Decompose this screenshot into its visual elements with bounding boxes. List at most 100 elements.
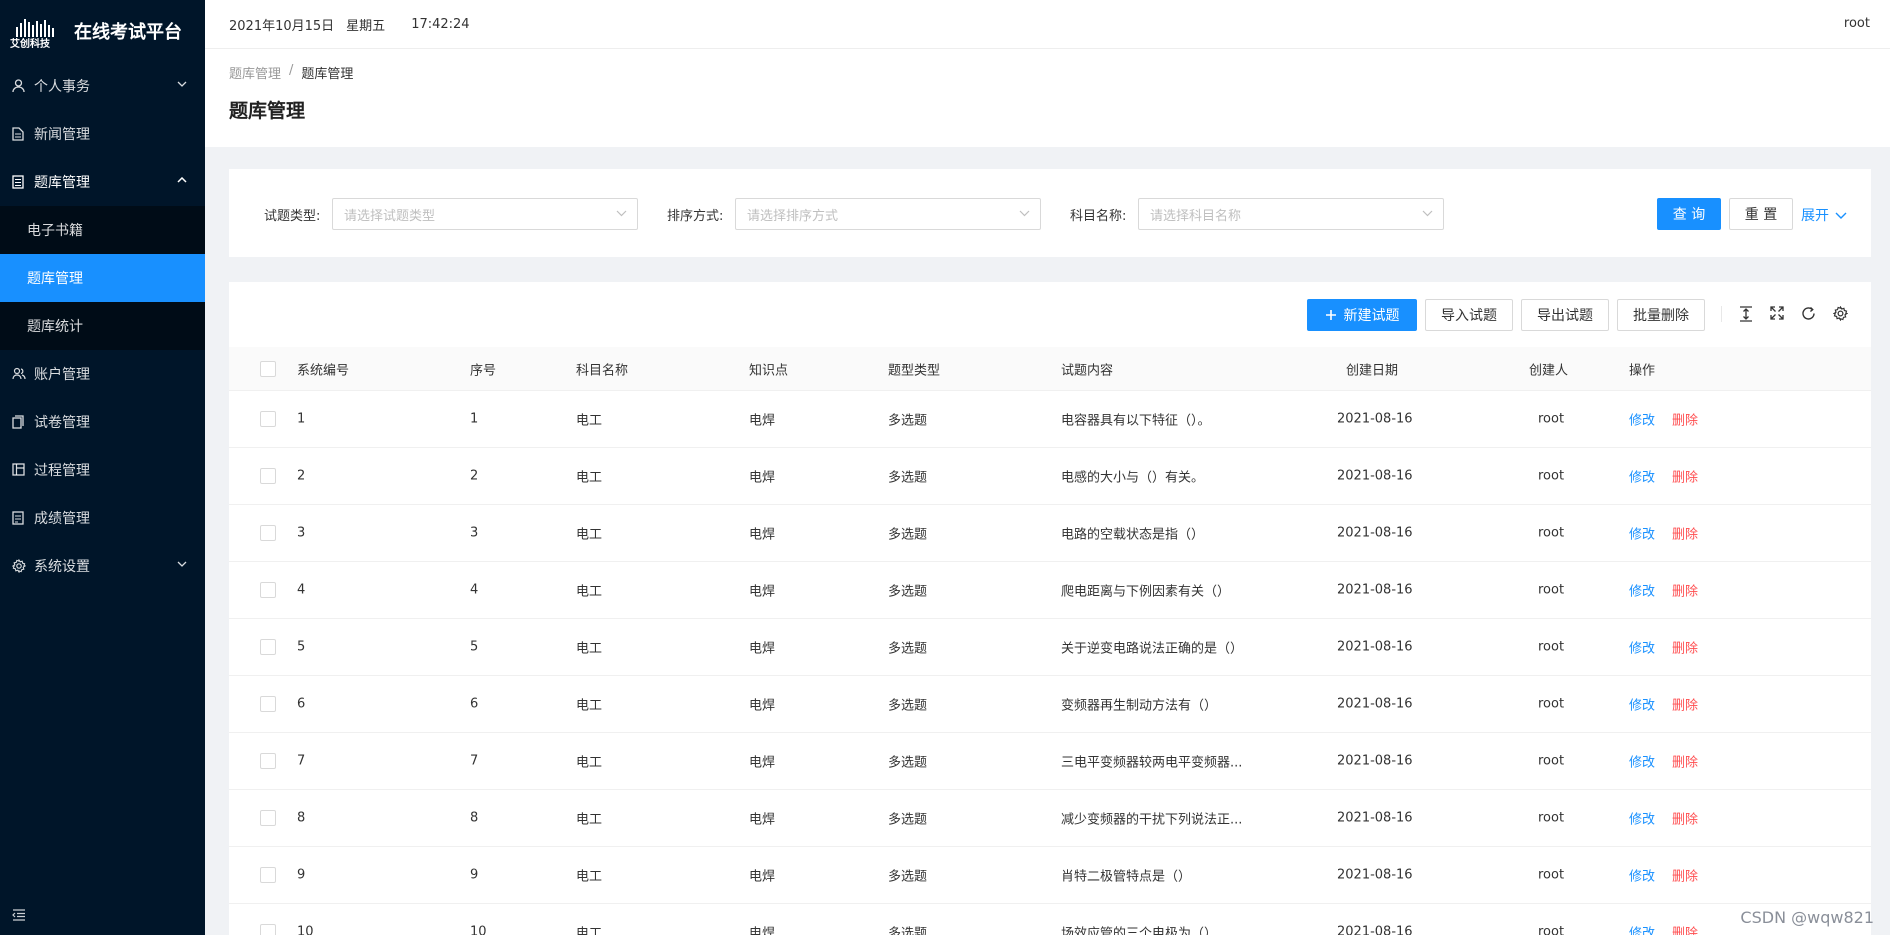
fullscreen-icon[interactable] — [1770, 306, 1784, 320]
chevron-down-icon — [1422, 210, 1433, 217]
cell-point: 电焊 — [749, 755, 776, 771]
logo[interactable]: 艾创科技 在线考试平台 — [0, 0, 205, 62]
cell-type: 多选题 — [888, 413, 928, 429]
row-checkbox[interactable] — [260, 696, 276, 712]
top-header: 2021年10月15日 星期五 17:42:24 root — [205, 0, 1890, 49]
sidebar-item-papers[interactable]: 试卷管理 — [0, 398, 205, 446]
sort-order-select[interactable]: 请选择排序方式 — [735, 198, 1041, 230]
header-user-menu[interactable]: root — [1844, 16, 1870, 31]
delete-link[interactable]: 删除 — [1672, 524, 1698, 543]
row-checkbox[interactable] — [260, 753, 276, 769]
cell-seq: 2 — [470, 468, 479, 484]
import-questions-button[interactable]: 导入试题 — [1425, 299, 1513, 331]
sidebar-item-accounts[interactable]: 账户管理 — [0, 350, 205, 398]
sidebar-subitem-statistics[interactable]: 题库统计 — [0, 302, 205, 350]
cell-creator: root — [1538, 810, 1565, 826]
table-row: 4 4 电工 电焊 多选题 爬电距离与下例因素有关（） 2021-08-16 r… — [229, 562, 1871, 619]
edit-link[interactable]: 修改 — [1629, 809, 1655, 828]
edit-link[interactable]: 修改 — [1629, 695, 1655, 714]
select-all-checkbox[interactable] — [260, 360, 276, 377]
question-type-select[interactable]: 请选择试题类型 — [332, 198, 638, 230]
logo-icon: 艾创科技 — [10, 19, 54, 50]
delete-link[interactable]: 删除 — [1672, 467, 1698, 486]
cell-subject: 电工 — [576, 926, 603, 935]
cell-content: 电容器具有以下特征（）。 — [1061, 413, 1211, 429]
question-table-card: 新建试题 导入试题 导出试题 批量删除 系统编号 序号 科目名称 知识点 题型类… — [229, 282, 1871, 935]
cell-date: 2021-08-16 — [1337, 639, 1413, 655]
edit-link[interactable]: 修改 — [1629, 638, 1655, 657]
cell-type: 多选题 — [888, 926, 928, 935]
sidebar-item-question-bank[interactable]: 题库管理 — [0, 158, 205, 206]
column-height-icon[interactable] — [1739, 306, 1753, 322]
reset-button[interactable]: 重 置 — [1729, 198, 1793, 230]
delete-link[interactable]: 删除 — [1672, 923, 1698, 935]
edit-link[interactable]: 修改 — [1629, 524, 1655, 543]
subject-name-select[interactable]: 请选择科目名称 — [1138, 198, 1444, 230]
column-header: 创建人 — [1529, 363, 1569, 378]
row-checkbox[interactable] — [260, 525, 276, 541]
cell-point: 电焊 — [749, 926, 776, 935]
team-icon — [12, 367, 26, 380]
cell-seq: 9 — [470, 867, 479, 883]
sidebar-item-scores[interactable]: 成绩管理 — [0, 494, 205, 542]
delete-link[interactable]: 删除 — [1672, 752, 1698, 771]
sidebar-subitem-ebooks[interactable]: 电子书籍 — [0, 206, 205, 254]
query-button[interactable]: 查 询 — [1657, 198, 1721, 230]
header-weekday: 星期五 — [346, 18, 386, 34]
row-checkbox[interactable] — [260, 582, 276, 598]
table-row: 5 5 电工 电焊 多选题 关于逆变电路说法正确的是（） 2021-08-16 … — [229, 619, 1871, 676]
sidebar-item-news[interactable]: 新闻管理 — [0, 110, 205, 158]
batch-delete-button[interactable]: 批量删除 — [1617, 299, 1705, 331]
cell-subject: 电工 — [576, 812, 603, 828]
breadcrumb-separator: / — [289, 63, 294, 78]
cell-subject: 电工 — [576, 470, 603, 486]
row-checkbox[interactable] — [260, 411, 276, 427]
cell-content: 电路的空载状态是指（） — [1061, 527, 1205, 543]
user-icon — [12, 79, 25, 93]
table-row: 7 7 电工 电焊 多选题 三电平变频器较两电平变频器... 2021-08-1… — [229, 733, 1871, 790]
menu-fold-icon[interactable] — [12, 909, 26, 921]
delete-link[interactable]: 删除 — [1672, 581, 1698, 600]
breadcrumb-item[interactable]: 题库管理 — [229, 63, 281, 82]
cell-creator: root — [1538, 867, 1565, 883]
table-row: 3 3 电工 电焊 多选题 电路的空载状态是指（） 2021-08-16 roo… — [229, 505, 1871, 562]
export-questions-button[interactable]: 导出试题 — [1521, 299, 1609, 331]
setting-icon[interactable] — [1833, 306, 1848, 321]
cell-date: 2021-08-16 — [1337, 582, 1413, 598]
row-checkbox[interactable] — [260, 468, 276, 484]
reload-icon[interactable] — [1801, 306, 1816, 321]
sidebar-item-settings[interactable]: 系统设置 — [0, 542, 205, 590]
edit-link[interactable]: 修改 — [1629, 866, 1655, 885]
cell-type: 多选题 — [888, 584, 928, 600]
delete-link[interactable]: 删除 — [1672, 809, 1698, 828]
expand-link[interactable]: 展开 — [1801, 205, 1847, 225]
chevron-down-icon — [1019, 210, 1030, 217]
new-question-button[interactable]: 新建试题 — [1307, 299, 1417, 331]
sidebar-item-process[interactable]: 过程管理 — [0, 446, 205, 494]
cell-date: 2021-08-16 — [1337, 696, 1413, 712]
table-row: 6 6 电工 电焊 多选题 变频器再生制动方法有（） 2021-08-16 ro… — [229, 676, 1871, 733]
edit-link[interactable]: 修改 — [1629, 467, 1655, 486]
copy-icon — [12, 415, 24, 429]
edit-link[interactable]: 修改 — [1629, 752, 1655, 771]
chevron-down-icon — [177, 81, 187, 87]
sidebar-subitem-question-bank[interactable]: 题库管理 — [0, 254, 205, 302]
delete-link[interactable]: 删除 — [1672, 638, 1698, 657]
row-checkbox[interactable] — [260, 639, 276, 655]
cell-content: 肖特二极管特点是（） — [1061, 869, 1192, 885]
cell-date: 2021-08-16 — [1337, 924, 1413, 935]
delete-link[interactable]: 删除 — [1672, 410, 1698, 429]
cell-id: 9 — [297, 867, 306, 883]
row-checkbox[interactable] — [260, 867, 276, 883]
row-checkbox[interactable] — [260, 810, 276, 826]
sidebar-item-personal[interactable]: 个人事务 — [0, 62, 205, 110]
edit-link[interactable]: 修改 — [1629, 410, 1655, 429]
cell-id: 5 — [297, 639, 306, 655]
delete-link[interactable]: 删除 — [1672, 695, 1698, 714]
delete-link[interactable]: 删除 — [1672, 866, 1698, 885]
row-checkbox[interactable] — [260, 924, 276, 935]
edit-link[interactable]: 修改 — [1629, 923, 1655, 935]
cell-point: 电焊 — [749, 470, 776, 486]
cell-point: 电焊 — [749, 641, 776, 657]
edit-link[interactable]: 修改 — [1629, 581, 1655, 600]
